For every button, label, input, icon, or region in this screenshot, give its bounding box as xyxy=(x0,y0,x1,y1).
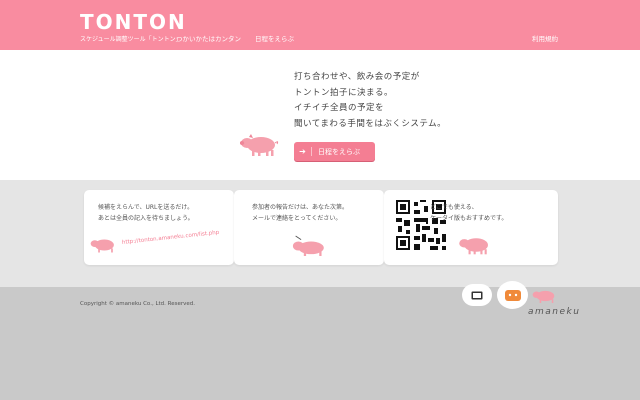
feature-card-email: 参加者の報告だけは、あなた次第。 メールで連絡をとってください。 xyxy=(234,190,384,265)
nav-choose-dates[interactable]: 日程をえらぶ xyxy=(255,33,294,43)
features-section: 候補をえらんで、URLを送るだけ。 あとは全員の記入を待ちましょう。 http:… xyxy=(0,180,640,287)
logo-text: TONTON xyxy=(80,10,187,34)
feature-line: あとは全員の記入を待ちましょう。 xyxy=(98,215,194,222)
feature-card-mobile: どこでも使える、 ケータイ版もおすすめです。 xyxy=(384,190,558,265)
feature-line: ケータイ版もおすすめです。 xyxy=(430,215,508,222)
feature-card-send-url: 候補をえらんで、URLを送るだけ。 あとは全員の記入を待ちましょう。 http:… xyxy=(84,190,234,265)
brand-logo[interactable]: amaneku xyxy=(528,307,580,317)
pig-illustration xyxy=(532,290,555,303)
feature-text: 候補をえらんで、URLを送るだけ。 あとは全員の記入を待ちましょう。 xyxy=(98,202,194,224)
feature-text: 参加者の報告だけは、あなた次第。 メールで連絡をとってください。 xyxy=(252,202,348,224)
monitor-icon xyxy=(471,291,483,299)
tagline-line: 打ち合わせや、飲み会の予定が xyxy=(294,72,420,82)
feature-text: どこでも使える、 ケータイ版もおすすめです。 xyxy=(430,202,507,224)
logo[interactable]: TONTON スケジュール調整ツール「トントン」 xyxy=(80,12,187,43)
choose-dates-label: 日程をえらぶ xyxy=(318,147,360,156)
mobile-badge[interactable] xyxy=(497,281,528,309)
mobile-pig-icon xyxy=(504,290,521,301)
tagline: 打ち合わせや、飲み会の予定が トントン拍子に決まる。 イチイチ全員の予定を 聞い… xyxy=(294,70,446,132)
feature-line: 候補をえらんで、URLを送るだけ。 xyxy=(98,204,194,211)
example-url: http://tonton.amaneku.com/list.php xyxy=(121,229,220,246)
tagline-line: 聞いてまわる手間をはぶくシステム。 xyxy=(294,118,447,129)
hero: 打ち合わせや、飲み会の予定が トントン拍子に決まる。 イチイチ全員の予定を 聞い… xyxy=(0,50,640,180)
feature-line: どこでも使える、 xyxy=(430,204,478,211)
choose-dates-button[interactable]: ➔ 日程をえらぶ xyxy=(294,142,375,161)
pig-illustration xyxy=(459,238,488,255)
nav-how-to-use[interactable]: つかいかたはカンタン xyxy=(176,33,241,43)
pig-illustration xyxy=(240,134,279,156)
footer: Copyright © amaneku Co., Ltd. Reserved. … xyxy=(0,281,640,400)
copyright: Copyright © amaneku Co., Ltd. Reserved. xyxy=(80,301,195,307)
pc-badge[interactable] xyxy=(462,284,492,306)
tagline-line: イチイチ全員の予定を xyxy=(294,103,385,113)
feature-line: 参加者の報告だけは、あなた次第。 xyxy=(252,204,349,211)
nav-terms[interactable]: 利用規約 xyxy=(532,33,558,43)
arrow-right-icon: ➔ xyxy=(294,147,312,156)
tagline-line: トントン拍子に決まる。 xyxy=(294,87,394,98)
header: TONTON スケジュール調整ツール「トントン」 つかいかたはカンタン 日程をえ… xyxy=(0,0,640,50)
pig-mail-illustration xyxy=(292,235,324,256)
pig-illustration xyxy=(90,239,114,253)
feature-line: メールで連絡をとってください。 xyxy=(252,215,342,222)
logo-subtitle: スケジュール調整ツール「トントン」 xyxy=(80,36,182,43)
